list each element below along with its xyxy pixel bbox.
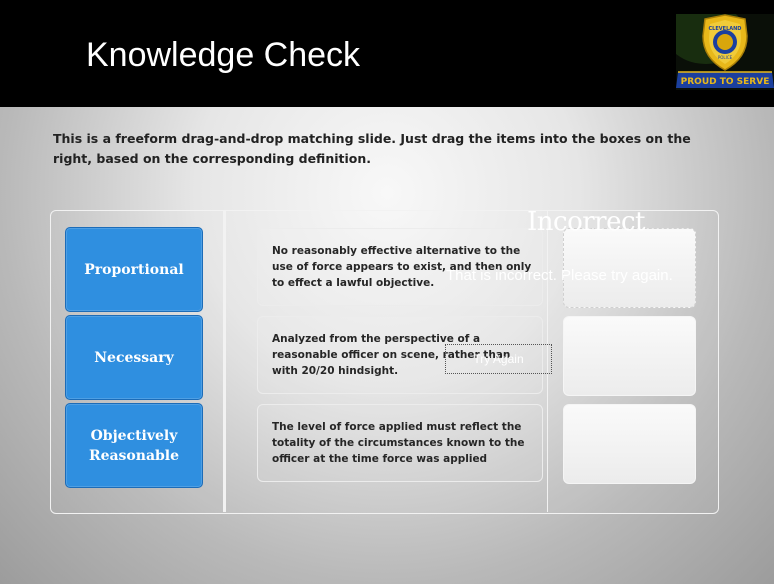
drag-item-label: Proportional bbox=[84, 261, 184, 278]
svg-text:CLEVELAND: CLEVELAND bbox=[709, 26, 742, 32]
drop-target-2[interactable] bbox=[563, 316, 696, 396]
drag-item-label: Objectively Reasonable bbox=[88, 427, 180, 464]
definition-box: The level of force applied must reflect … bbox=[257, 404, 543, 482]
police-badge-icon: CLEVELAND POLICE PROUD TO SERVE bbox=[676, 14, 774, 90]
drag-item-proportional[interactable]: Proportional bbox=[65, 227, 203, 312]
svg-text:POLICE: POLICE bbox=[718, 55, 733, 60]
drag-item-label: Necessary bbox=[94, 349, 174, 366]
svg-text:PROUD TO SERVE: PROUD TO SERVE bbox=[681, 77, 770, 87]
drag-item-necessary[interactable]: Necessary bbox=[65, 315, 203, 400]
try-again-button[interactable]: Try Again bbox=[445, 344, 552, 374]
instructions-text: This is a freeform drag-and-drop matchin… bbox=[53, 131, 691, 166]
slide-header: Knowledge Check CLEVELAND POLICE PROUD T… bbox=[0, 0, 774, 107]
drag-item-objectively-reasonable[interactable]: Objectively Reasonable bbox=[65, 403, 203, 488]
drop-target-3[interactable] bbox=[563, 404, 696, 484]
definition-text: The level of force applied must reflect … bbox=[272, 421, 525, 465]
panel-divider-left bbox=[223, 210, 226, 512]
feedback-title: Incorrect bbox=[527, 207, 645, 237]
try-again-label: Try Again bbox=[473, 352, 524, 366]
page-title: Knowledge Check bbox=[86, 36, 361, 74]
feedback-message: That is incorrect. Please try again. bbox=[446, 267, 673, 284]
